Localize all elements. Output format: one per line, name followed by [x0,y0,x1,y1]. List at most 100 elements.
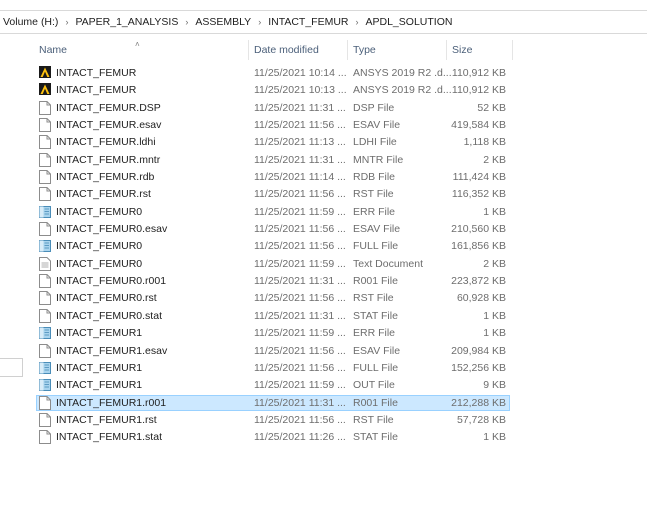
file-row[interactable]: INTACT_FEMUR1 11/25/2021 11:56 ... FULL Fi… [0,360,647,377]
file-row[interactable]: INTACT_FEMUR0.stat 11/25/2021 11:31 ... ST… [0,308,647,325]
file-size: 209,984 KB [451,344,506,357]
column-divider[interactable] [446,40,447,60]
file-icon [39,343,51,358]
file-row[interactable]: INTACT_FEMUR1.esav 11/25/2021 11:56 ... ES… [0,343,647,360]
column-divider[interactable] [347,40,348,60]
file-row[interactable]: INTACT_FEMUR1 11/25/2021 11:59 ... ERR Fil… [0,325,647,342]
file-type: ESAV File [353,119,401,132]
file-row[interactable]: INTACT_FEMUR0 11/25/2021 11:59 ... ERR Fil… [0,204,647,221]
file-size: 60,928 KB [456,292,506,305]
file-name: INTACT_FEMUR0.stat [56,309,162,322]
column-header-type[interactable]: Type [353,44,376,56]
file-icon [39,135,51,150]
file-row[interactable]: INTACT_FEMUR.ldhi 11/25/2021 11:13 ... LDH… [0,134,647,151]
file-row[interactable]: INTACT_FEMUR.rst 11/25/2021 11:56 ... RST … [0,186,647,203]
file-type: ERR File [353,205,396,218]
file-row[interactable]: INTACT_FEMUR1.rst 11/25/2021 11:56 ... RST… [0,412,647,429]
file-name: INTACT_FEMUR1.r001 [56,396,167,409]
file-size: 1 KB [483,205,506,218]
file-type: RST File [353,292,394,305]
chevron-right-icon[interactable]: › [352,17,363,27]
file-row[interactable]: INTACT_FEMUR0 11/25/2021 11:59 ... Text Do… [0,256,647,273]
file-name: INTACT_FEMUR.rdb [56,171,155,184]
file-type: DSP File [353,101,395,114]
breadcrumb-item-paper-1-analysis[interactable]: PAPER_1_ANALYSIS [72,16,181,28]
file-type: ANSYS 2019 R2 .d... [353,67,452,79]
file-row[interactable]: INTACT_FEMUR.mntr 11/25/2021 11:31 ... MNT… [0,152,647,169]
file-date-modified: 11/25/2021 11:59 ... [254,379,346,392]
file-date-modified: 11/25/2021 11:56 ... [254,361,346,374]
file-row[interactable]: INTACT_FEMUR 11/25/2021 10:14 ... ANSYS 20… [0,65,647,82]
file-type: R001 File [353,275,398,288]
column-header-size[interactable]: Size [452,44,472,56]
file-name: INTACT_FEMUR [56,84,137,97]
file-name: INTACT_FEMUR.rst [56,188,151,201]
file-name: INTACT_FEMUR.ldhi [56,136,156,149]
file-size: 212,288 KB [451,396,506,409]
file-size: 161,856 KB [451,240,506,253]
file-date-modified: 11/25/2021 11:13 ... [254,136,346,149]
chevron-right-icon[interactable]: › [254,17,265,27]
file-type: ANSYS 2019 R2 .d... [353,84,452,97]
file-row[interactable]: INTACT_FEMUR1 11/25/2021 11:59 ... OUT Fil… [0,377,647,394]
file-icon [39,274,51,289]
file-size: 2 KB [483,257,506,270]
text-file-icon [39,361,51,375]
file-icon [39,118,51,133]
breadcrumb-item-assembly[interactable]: ASSEMBLY [192,16,254,28]
column-divider[interactable] [512,40,513,60]
file-date-modified: 11/25/2021 11:59 ... [254,205,346,218]
file-date-modified: 11/25/2021 11:31 ... [254,101,346,114]
text-document-icon [39,256,51,271]
file-type: LDHI File [353,136,397,149]
breadcrumb-item-intact-femur[interactable]: INTACT_FEMUR [265,16,351,28]
file-name: INTACT_FEMUR0 [56,205,143,218]
ansys-icon [39,66,51,80]
file-type: FULL File [353,361,399,374]
text-file-icon [39,239,51,253]
sort-ascending-icon: ˄ [135,40,140,49]
file-name: INTACT_FEMUR0.esav [56,223,168,236]
file-icon [39,100,51,115]
file-size: 1 KB [483,431,506,444]
file-row[interactable]: INTACT_FEMUR0.r001 11/25/2021 11:31 ... R0… [0,273,647,290]
file-date-modified: 11/25/2021 11:14 ... [254,171,346,184]
chevron-right-icon[interactable]: › [61,17,72,27]
file-row[interactable]: INTACT_FEMUR.esav 11/25/2021 11:56 ... ESA… [0,117,647,134]
file-type: ESAV File [353,223,401,236]
file-row[interactable]: INTACT_FEMUR1.r001 11/25/2021 11:31 ... R0… [0,394,647,412]
file-date-modified: 11/25/2021 11:56 ... [254,292,346,305]
file-icon [39,412,51,427]
file-date-modified: 11/25/2021 11:31 ... [254,275,346,288]
file-name: INTACT_FEMUR [56,67,137,79]
file-type: STAT File [353,309,398,322]
file-date-modified: 11/25/2021 11:56 ... [254,188,346,201]
file-row[interactable]: INTACT_FEMUR.DSP 11/25/2021 11:31 ... DSP … [0,100,647,117]
file-name: INTACT_FEMUR0 [56,240,143,253]
file-row[interactable]: INTACT_FEMUR0.rst 11/25/2021 11:56 ... RST… [0,290,647,307]
file-row[interactable]: INTACT_FEMUR.rdb 11/25/2021 11:14 ... RDB … [0,169,647,186]
breadcrumb-item-apdl-solution[interactable]: APDL_SOLUTION [363,16,456,28]
file-row[interactable]: INTACT_FEMUR 11/25/2021 10:13 ... ANSYS 20… [0,82,647,99]
file-name: INTACT_FEMUR1.esav [56,344,168,357]
column-header-date-modified[interactable]: Date modified [254,44,319,56]
file-row[interactable]: INTACT_FEMUR0 11/25/2021 11:56 ... FULL Fi… [0,238,647,255]
column-divider[interactable] [248,40,249,60]
file-size: 2 KB [483,153,506,166]
file-name: INTACT_FEMUR1 [56,361,143,374]
file-size: 210,560 KB [451,223,506,236]
file-type: R001 File [353,396,398,409]
file-date-modified: 11/25/2021 11:56 ... [254,344,346,357]
file-row[interactable]: INTACT_FEMUR0.esav 11/25/2021 11:56 ... ES… [0,221,647,238]
column-header-row: ˄ Name Date modified Type Size [0,40,647,60]
file-date-modified: 11/25/2021 10:14 ... [254,67,347,79]
file-type: MNTR File [353,153,404,166]
file-type: Text Document [353,257,424,270]
breadcrumb-item-volume[interactable]: Volume (H:) [0,16,61,28]
file-row[interactable]: INTACT_FEMUR1.stat 11/25/2021 11:26 ... ST… [0,429,647,446]
file-type: RST File [353,188,394,201]
file-list: INTACT_FEMUR 11/25/2021 10:14 ... ANSYS 20… [0,65,647,447]
file-size: 223,872 KB [451,275,506,288]
column-header-name[interactable]: Name [39,44,67,56]
chevron-right-icon[interactable]: › [181,17,192,27]
